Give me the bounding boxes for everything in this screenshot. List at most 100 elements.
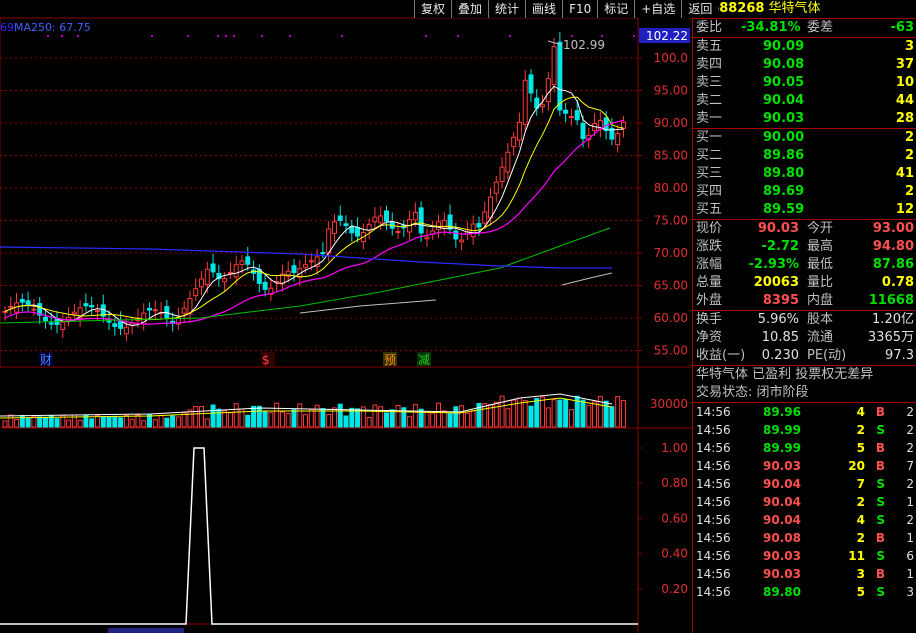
ask-book: 卖五 90.09 3 卖四 90.08 37 卖三 90.05 10 卖二 90.04 44 卖一 90.… bbox=[693, 37, 916, 128]
volume-bar bbox=[251, 405, 257, 428]
candle-body bbox=[303, 264, 309, 268]
price-tick-label: 100.0 bbox=[654, 51, 688, 65]
bids-volume: 12 bbox=[895, 202, 914, 217]
status-line-1: 华特气体 已盈利 投票权无差异 bbox=[693, 365, 916, 384]
signal-line bbox=[0, 447, 638, 625]
candle-body bbox=[19, 298, 25, 303]
quote-value: -2.93% bbox=[748, 257, 800, 272]
tick-count: 2 bbox=[906, 441, 914, 455]
bids-volume: 2 bbox=[904, 130, 914, 145]
volume-bar bbox=[94, 415, 100, 428]
volume-bar bbox=[534, 397, 540, 428]
asks-row: 卖二 90.04 44 bbox=[693, 92, 916, 110]
candle-body bbox=[48, 322, 54, 325]
weicha-value: -63 bbox=[890, 20, 915, 35]
marker-dot bbox=[233, 35, 235, 37]
toolbar-button-2[interactable]: 统计 bbox=[488, 0, 526, 18]
volume-bar bbox=[453, 406, 459, 428]
stock-header: KR688268华特气体 bbox=[693, 0, 916, 18]
bids-volume: 41 bbox=[895, 166, 914, 181]
tick-side: S bbox=[876, 513, 885, 527]
volume-bar bbox=[100, 416, 106, 428]
toolbar-button-4[interactable]: F10 bbox=[562, 0, 598, 18]
marker-dot bbox=[217, 35, 219, 37]
toolbar-button-1[interactable]: 叠加 bbox=[451, 0, 489, 18]
toolbar-button-7[interactable]: 返回 bbox=[681, 0, 719, 18]
event-marker: 财 bbox=[40, 353, 52, 367]
tick-row: 14:56 89.80 5 S 3 bbox=[693, 583, 916, 601]
tick-volume: 2 bbox=[856, 531, 865, 545]
asks-volume: 3 bbox=[904, 39, 914, 54]
asks-price: 90.09 bbox=[763, 39, 805, 54]
candle-body bbox=[112, 323, 118, 328]
indicator-tick-label: 0.60 bbox=[661, 511, 688, 525]
candle-body bbox=[395, 231, 401, 234]
moving-average-lines bbox=[0, 85, 624, 327]
fund-label: 换手 bbox=[696, 312, 723, 327]
candle-body bbox=[563, 109, 569, 114]
toolbar-button-5[interactable]: 标记 bbox=[597, 0, 635, 18]
asks-label: 卖三 bbox=[696, 75, 723, 90]
volume-bar bbox=[586, 404, 592, 428]
tick-count: 1 bbox=[906, 531, 914, 545]
candlestick-series[interactable] bbox=[2, 31, 626, 342]
volume-bar bbox=[141, 420, 147, 428]
bids-price: 90.00 bbox=[763, 130, 805, 145]
quote-row: 涨幅 -2.93% 最低 87.86 bbox=[693, 256, 916, 274]
candle-body bbox=[147, 307, 152, 311]
quote-value: 93.00 bbox=[872, 221, 914, 236]
toolbar-button-0[interactable]: 复权 bbox=[414, 0, 452, 18]
candle-body bbox=[418, 207, 424, 234]
volume-bar bbox=[25, 417, 31, 428]
quote-label: 现价 bbox=[696, 221, 723, 236]
volume-bar bbox=[407, 416, 413, 428]
asks-row: 卖三 90.05 10 bbox=[693, 74, 916, 92]
volume-bar bbox=[464, 412, 470, 428]
tick-volume: 2 bbox=[856, 495, 865, 509]
tick-price: 90.03 bbox=[763, 459, 801, 473]
candle-body bbox=[118, 320, 124, 329]
toolbar-button-3[interactable]: 画线 bbox=[525, 0, 563, 18]
candle-body bbox=[557, 41, 563, 111]
tick-row: 14:56 90.03 11 S 6 bbox=[693, 547, 916, 565]
marker-dot bbox=[47, 35, 49, 37]
kline-chart[interactable]: 100.0 95.00 90.00 85.00 80.00 75.00 70.00 65.00… bbox=[0, 0, 692, 633]
volume-bar bbox=[441, 410, 447, 428]
tick-time: 14:56 bbox=[696, 549, 731, 563]
bids-label: 买一 bbox=[696, 130, 723, 145]
candle-body bbox=[372, 216, 378, 223]
marker-dot bbox=[289, 35, 291, 37]
tick-list[interactable]: 14:56 89.96 4 B 2 14:56 89.99 2 S 2 14:56 89.99 5 B 2 1… bbox=[693, 403, 916, 601]
tick-count: 3 bbox=[906, 585, 914, 599]
candle-body bbox=[222, 278, 228, 283]
bids-volume: 2 bbox=[904, 148, 914, 163]
volume-bar bbox=[216, 408, 222, 428]
volume-bar bbox=[112, 415, 118, 428]
fund-row: 换手 5.96% 股本 1.20亿 bbox=[693, 311, 916, 329]
volume-bar bbox=[19, 414, 25, 428]
bids-volume: 2 bbox=[904, 184, 914, 199]
weibi-value: -34.81% bbox=[741, 20, 801, 35]
tick-side: B bbox=[875, 567, 885, 581]
bids-row: 买二 89.86 2 bbox=[693, 147, 916, 165]
volume-bar bbox=[551, 399, 557, 428]
tick-price: 89.99 bbox=[763, 441, 801, 455]
candle-body bbox=[349, 226, 355, 234]
toolbar-button-6[interactable]: +自选 bbox=[634, 0, 682, 18]
volume-bar bbox=[482, 403, 488, 428]
candle-body bbox=[193, 288, 199, 297]
fund-value: 10.85 bbox=[761, 330, 799, 345]
volume-bar bbox=[297, 403, 303, 428]
fund-label: 流通 bbox=[807, 330, 834, 345]
tick-row: 14:56 89.99 2 S 2 bbox=[693, 421, 916, 439]
candle-body bbox=[545, 78, 551, 103]
candle-body bbox=[233, 264, 239, 278]
quote-row: 现价 90.03 今开 93.00 bbox=[693, 220, 916, 238]
volume-bar bbox=[355, 408, 361, 428]
weicha-label: 委差 bbox=[807, 20, 834, 35]
fund-value: 5.96% bbox=[757, 312, 799, 327]
tick-time: 14:56 bbox=[696, 405, 731, 419]
tick-time: 14:56 bbox=[696, 531, 731, 545]
volume-bar bbox=[540, 396, 546, 428]
tick-side: B bbox=[875, 441, 885, 455]
